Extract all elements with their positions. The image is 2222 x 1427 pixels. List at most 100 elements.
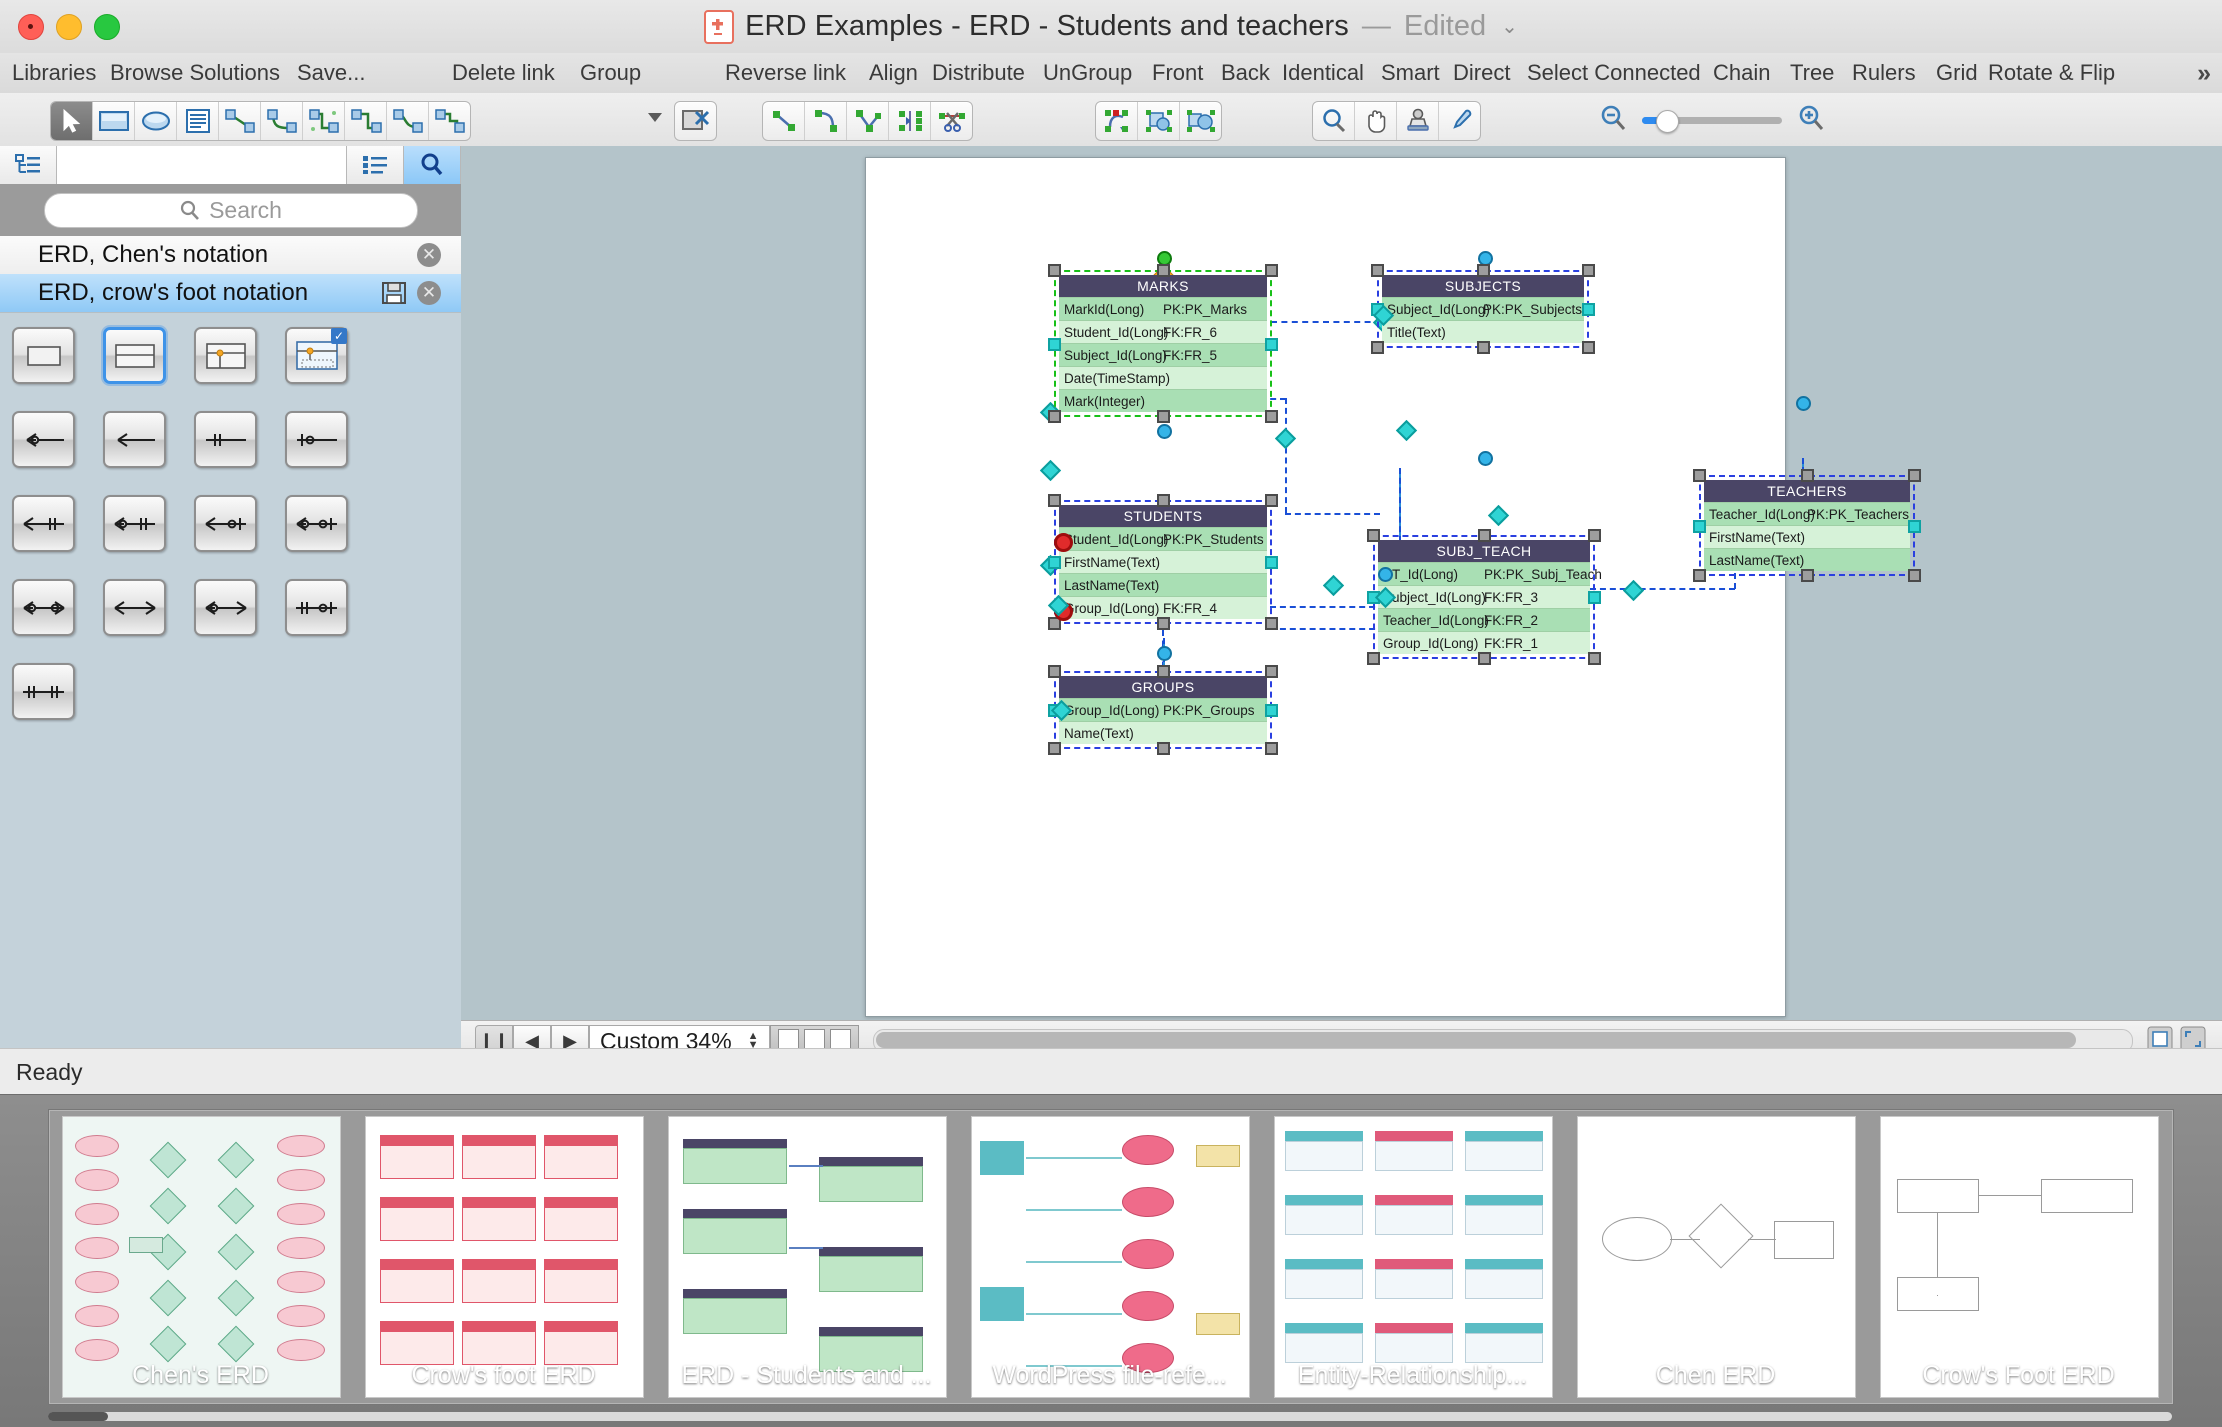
menu-item-distribute[interactable]: Distribute [932, 53, 1025, 93]
cut-tool[interactable] [931, 102, 972, 140]
right-angle-connector-tool[interactable] [345, 102, 387, 140]
selection-handle[interactable] [1157, 742, 1170, 755]
entity-attribute-row[interactable]: Title(Text) [1382, 320, 1584, 343]
erd-entity-subjects[interactable]: SUBJECTS Subject_Id(Long) PK:PK_Subjects Ti… [1371, 264, 1595, 354]
crowsfoot-one-mandatory-connector[interactable] [103, 411, 166, 468]
selection-handle[interactable] [1477, 341, 1490, 354]
thumbnail-item[interactable]: WordPress file-refe... [958, 1110, 1261, 1402]
attribute-marker[interactable] [1054, 533, 1073, 552]
search-input[interactable]: Search [43, 192, 418, 228]
menu-overflow-icon[interactable]: » [2197, 53, 2211, 93]
menu-item-ungroup[interactable]: UnGroup [1043, 53, 1132, 93]
selection-handle[interactable] [1801, 469, 1814, 482]
selection-handle[interactable] [1478, 529, 1491, 542]
scrollbar-thumb[interactable] [48, 1412, 108, 1421]
text-table-tool[interactable] [177, 102, 219, 140]
selection-handle[interactable] [1265, 264, 1278, 277]
selection-handle[interactable] [1048, 742, 1061, 755]
selection-handle[interactable] [1371, 264, 1384, 277]
connector-midpoint[interactable] [1274, 427, 1297, 450]
chevron-down-icon[interactable]: ⌄ [1501, 14, 1518, 39]
selection-handle[interactable] [1693, 519, 1706, 533]
entity-attribute-row[interactable]: Date(TimeStamp) [1059, 366, 1267, 389]
selection-handle[interactable] [1908, 469, 1921, 482]
selection-handle[interactable] [1588, 529, 1601, 542]
thumbnail-scrollbar[interactable] [48, 1412, 2172, 1421]
connector-endpoint[interactable] [1796, 396, 1811, 411]
crowsfoot-one-crow-connector[interactable] [103, 579, 166, 636]
entity-attribute-row[interactable]: Group_Id(Long) PK:PK_Groups [1059, 698, 1267, 721]
connector-endpoint[interactable] [1157, 646, 1172, 661]
crowsfoot-many-crow-connector[interactable] [194, 579, 257, 636]
menu-item-front[interactable]: Front [1152, 53, 1203, 93]
menu-item-identical[interactable]: Identical [1282, 53, 1364, 93]
erd-entity-students[interactable]: STUDENTS Student_Id(Long) PK:PK_Students Fi… [1048, 494, 1278, 630]
library-item-chen[interactable]: ERD, Chen's notation ✕ [0, 236, 461, 275]
crowsfoot-oneone-oneone-connector[interactable] [12, 663, 75, 720]
selection-handle[interactable] [1908, 569, 1921, 582]
entity-with-attributes-shape[interactable] [194, 327, 257, 384]
crowsfoot-oneone-zeromany-connector[interactable] [285, 579, 348, 636]
menu-item-browse-solutions[interactable]: Browse Solutions [110, 53, 280, 93]
selection-handle[interactable] [1048, 337, 1061, 351]
selection-handle[interactable] [1265, 410, 1278, 423]
menu-item-group[interactable]: Group [580, 53, 641, 93]
selection-handle[interactable] [1693, 469, 1706, 482]
connector-tool-dropdown-icon[interactable] [648, 113, 662, 122]
selection-handle[interactable] [1582, 264, 1595, 277]
selection-handle[interactable] [1265, 337, 1278, 351]
entity-attribute-row[interactable]: LastName(Text) [1059, 573, 1267, 596]
menu-item-tree[interactable]: Tree [1790, 53, 1834, 93]
entity-attribute-row[interactable]: Subject_Id(Long) FK:FR_5 [1059, 343, 1267, 366]
multi-segment-connector-tool[interactable] [429, 102, 470, 140]
crowsfoot-many-connector[interactable] [12, 411, 75, 468]
entity-with-header-shape[interactable] [103, 327, 166, 384]
menu-item-grid[interactable]: Grid [1936, 53, 1978, 93]
connector-midpoint[interactable] [1039, 459, 1062, 482]
crowsfoot-one-zeromany-connector[interactable] [194, 495, 257, 552]
merge-shapes-tool[interactable] [1180, 102, 1221, 140]
thumbnail-item[interactable]: Crow's foot ERD [352, 1110, 655, 1402]
entity-attribute-row[interactable]: LastName(Text) [1704, 548, 1910, 571]
thumbnail-item[interactable]: Chen ERD [1564, 1110, 1867, 1402]
menu-item-direct[interactable]: Direct [1453, 53, 1510, 93]
selection-handle[interactable] [1588, 652, 1601, 665]
entity-attribute-row[interactable]: Mark(Integer) [1059, 389, 1267, 412]
connector-midpoint[interactable] [1487, 504, 1510, 527]
selection-handle[interactable] [1048, 264, 1061, 277]
pointer-tool[interactable] [51, 102, 93, 140]
connector-midpoint[interactable] [1322, 574, 1345, 597]
menu-item-rulers[interactable]: Rulers [1852, 53, 1916, 93]
menu-item-save[interactable]: Save... [297, 53, 365, 93]
library-filter-input[interactable] [57, 146, 347, 184]
erd-entity-teachers[interactable]: TEACHERS Teacher_Id(Long) PK:PK_Teachers Fi… [1693, 469, 1921, 582]
selection-handle[interactable] [1265, 704, 1278, 717]
zoom-slider-knob[interactable] [1656, 109, 1679, 133]
entity-attribute-row[interactable]: MarkId(Long) PK:PK_Marks [1059, 297, 1267, 320]
selection-handle[interactable] [1048, 556, 1061, 569]
selection-handle[interactable] [1908, 519, 1921, 533]
selection-handle[interactable] [1157, 665, 1170, 678]
entity-attribute-row[interactable]: Group_Id(Long) FK:FR_4 [1059, 596, 1267, 619]
diagram-page[interactable]: MARKS MarkId(Long) PK:PK_Marks Student_Id(L… [865, 157, 1921, 1017]
selection-handle[interactable] [1265, 742, 1278, 755]
selection-handle[interactable] [1582, 303, 1595, 316]
selection-handle[interactable] [1367, 652, 1380, 665]
menu-item-align[interactable]: Align [869, 53, 918, 93]
crowsfoot-many-zeromany-connector[interactable] [285, 495, 348, 552]
thumbnail-item[interactable]: Crow's Foot ERD [1867, 1110, 2170, 1402]
entity-attribute-row[interactable]: Teacher_Id(Long) PK:PK_Teachers [1704, 502, 1910, 525]
crowsfoot-one-one-connector[interactable] [194, 411, 257, 468]
selection-handle[interactable] [1693, 569, 1706, 582]
arc-tool[interactable] [805, 102, 847, 140]
diagram-canvas[interactable]: MARKS MarkId(Long) PK:PK_Marks Student_Id(L… [461, 146, 2222, 1020]
delete-connector-tool[interactable] [675, 102, 716, 140]
selection-handle[interactable] [1048, 665, 1061, 678]
erd-entity-marks[interactable]: MARKS MarkId(Long) PK:PK_Marks Student_Id(L… [1048, 264, 1278, 423]
stamp-tool[interactable] [1397, 102, 1439, 140]
selection-handle[interactable] [1371, 341, 1384, 354]
thumbnail-item[interactable]: Chen's ERD [49, 1110, 352, 1402]
entity-shape[interactable] [12, 327, 75, 384]
close-icon[interactable]: ✕ [417, 281, 441, 305]
menu-item-rotate-flip[interactable]: Rotate & Flip [1988, 53, 2115, 93]
